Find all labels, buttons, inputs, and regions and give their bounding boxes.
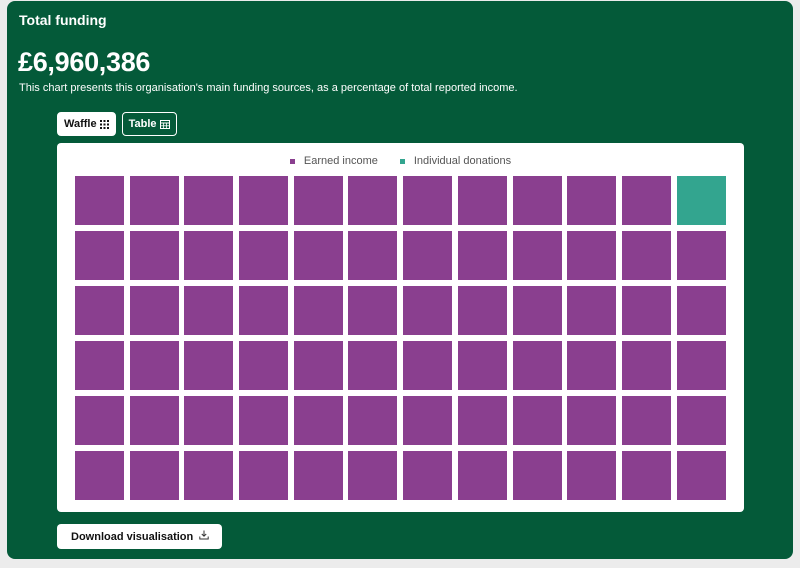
legend-swatch-earned-income <box>289 158 295 164</box>
waffle-cell-earned-income <box>293 286 343 335</box>
waffle-cell-earned-income <box>184 341 234 390</box>
download-icon <box>199 530 209 543</box>
legend-item-earned-income: Earned income <box>289 155 378 167</box>
waffle-cell-earned-income <box>75 451 124 500</box>
waffle-cell-earned-income <box>457 176 507 225</box>
waffle-cell-earned-income <box>621 231 671 280</box>
waffle-grid <box>75 176 726 500</box>
waffle-cell-earned-income <box>75 176 124 225</box>
waffle-cell-earned-income <box>512 341 562 390</box>
waffle-cell-earned-income <box>403 451 453 500</box>
waffle-cell-earned-income <box>293 176 343 225</box>
waffle-cell-earned-income <box>457 286 507 335</box>
waffle-cell-earned-income <box>567 396 617 445</box>
waffle-cell-earned-income <box>348 341 398 390</box>
waffle-cell-earned-income <box>457 341 507 390</box>
total-funding-amount: £6,960,386 <box>18 47 151 77</box>
waffle-cell-earned-income <box>75 341 124 390</box>
waffle-cell-earned-income <box>293 451 343 500</box>
total-funding-card: Total funding £6,960,386 This chart pres… <box>7 1 793 559</box>
waffle-cell-earned-income <box>512 176 562 225</box>
waffle-cell-earned-income <box>457 396 507 445</box>
waffle-cell-earned-income <box>403 231 453 280</box>
waffle-chart-panel: Earned income Individual donations <box>57 143 744 512</box>
waffle-cell-earned-income <box>621 176 671 225</box>
waffle-cell-earned-income <box>239 451 289 500</box>
waffle-cell-earned-income <box>129 396 179 445</box>
waffle-cell-earned-income <box>75 231 124 280</box>
waffle-cell-earned-income <box>348 286 398 335</box>
table-icon <box>159 119 170 129</box>
table-view-button[interactable]: Table <box>121 112 177 136</box>
waffle-cell-earned-income <box>239 231 289 280</box>
waffle-cell-earned-income <box>403 176 453 225</box>
waffle-cell-earned-income <box>239 286 289 335</box>
waffle-cell-earned-income <box>75 286 124 335</box>
download-visualisation-button[interactable]: Download visualisation <box>57 524 223 549</box>
waffle-cell-earned-income <box>184 231 234 280</box>
waffle-cell-earned-income <box>129 451 179 500</box>
waffle-cell-earned-income <box>512 286 562 335</box>
waffle-cell-earned-income <box>457 451 507 500</box>
waffle-cell-earned-income <box>512 396 562 445</box>
waffle-cell-earned-income <box>403 341 453 390</box>
grid-icon <box>99 119 109 129</box>
waffle-cell-earned-income <box>184 396 234 445</box>
legend-swatch-individual-donations <box>399 158 405 164</box>
waffle-cell-earned-income <box>676 451 726 500</box>
waffle-cell-individual-donations <box>676 176 726 225</box>
waffle-cell-earned-income <box>676 231 726 280</box>
waffle-cell-earned-income <box>293 396 343 445</box>
waffle-view-label: Waffle <box>64 118 97 130</box>
waffle-cell-earned-income <box>567 451 617 500</box>
waffle-cell-earned-income <box>293 231 343 280</box>
waffle-cell-earned-income <box>567 231 617 280</box>
waffle-cell-earned-income <box>512 231 562 280</box>
chart-description: This chart presents this organisation's … <box>19 82 518 94</box>
waffle-cell-earned-income <box>129 286 179 335</box>
waffle-cell-earned-income <box>129 341 179 390</box>
waffle-cell-earned-income <box>621 286 671 335</box>
waffle-cell-earned-income <box>239 396 289 445</box>
waffle-cell-earned-income <box>129 231 179 280</box>
waffle-cell-earned-income <box>457 231 507 280</box>
legend-item-individual-donations: Individual donations <box>399 155 512 167</box>
waffle-cell-earned-income <box>184 286 234 335</box>
waffle-cell-earned-income <box>403 396 453 445</box>
waffle-cell-earned-income <box>676 286 726 335</box>
waffle-cell-earned-income <box>75 396 124 445</box>
view-toggle: Waffle Table <box>57 112 177 136</box>
waffle-cell-earned-income <box>567 341 617 390</box>
legend-label-individual-donations: Individual donations <box>413 155 512 167</box>
waffle-cell-earned-income <box>348 451 398 500</box>
waffle-cell-earned-income <box>567 176 617 225</box>
waffle-cell-earned-income <box>239 341 289 390</box>
card-title: Total funding <box>19 12 107 28</box>
waffle-cell-earned-income <box>348 176 398 225</box>
waffle-cell-earned-income <box>621 396 671 445</box>
legend-label-earned-income: Earned income <box>303 155 378 167</box>
waffle-cell-earned-income <box>184 176 234 225</box>
table-view-label: Table <box>128 118 157 130</box>
waffle-cell-earned-income <box>129 176 179 225</box>
waffle-cell-earned-income <box>676 396 726 445</box>
waffle-cell-earned-income <box>676 341 726 390</box>
waffle-cell-earned-income <box>567 286 617 335</box>
waffle-cell-earned-income <box>621 341 671 390</box>
download-label: Download visualisation <box>71 530 194 543</box>
waffle-cell-earned-income <box>403 286 453 335</box>
waffle-cell-earned-income <box>512 451 562 500</box>
chart-legend: Earned income Individual donations <box>57 155 744 167</box>
waffle-cell-earned-income <box>293 341 343 390</box>
waffle-cell-earned-income <box>239 176 289 225</box>
waffle-cell-earned-income <box>184 451 234 500</box>
waffle-view-button[interactable]: Waffle <box>57 112 116 136</box>
waffle-cell-earned-income <box>348 231 398 280</box>
waffle-cell-earned-income <box>621 451 671 500</box>
waffle-cell-earned-income <box>348 396 398 445</box>
